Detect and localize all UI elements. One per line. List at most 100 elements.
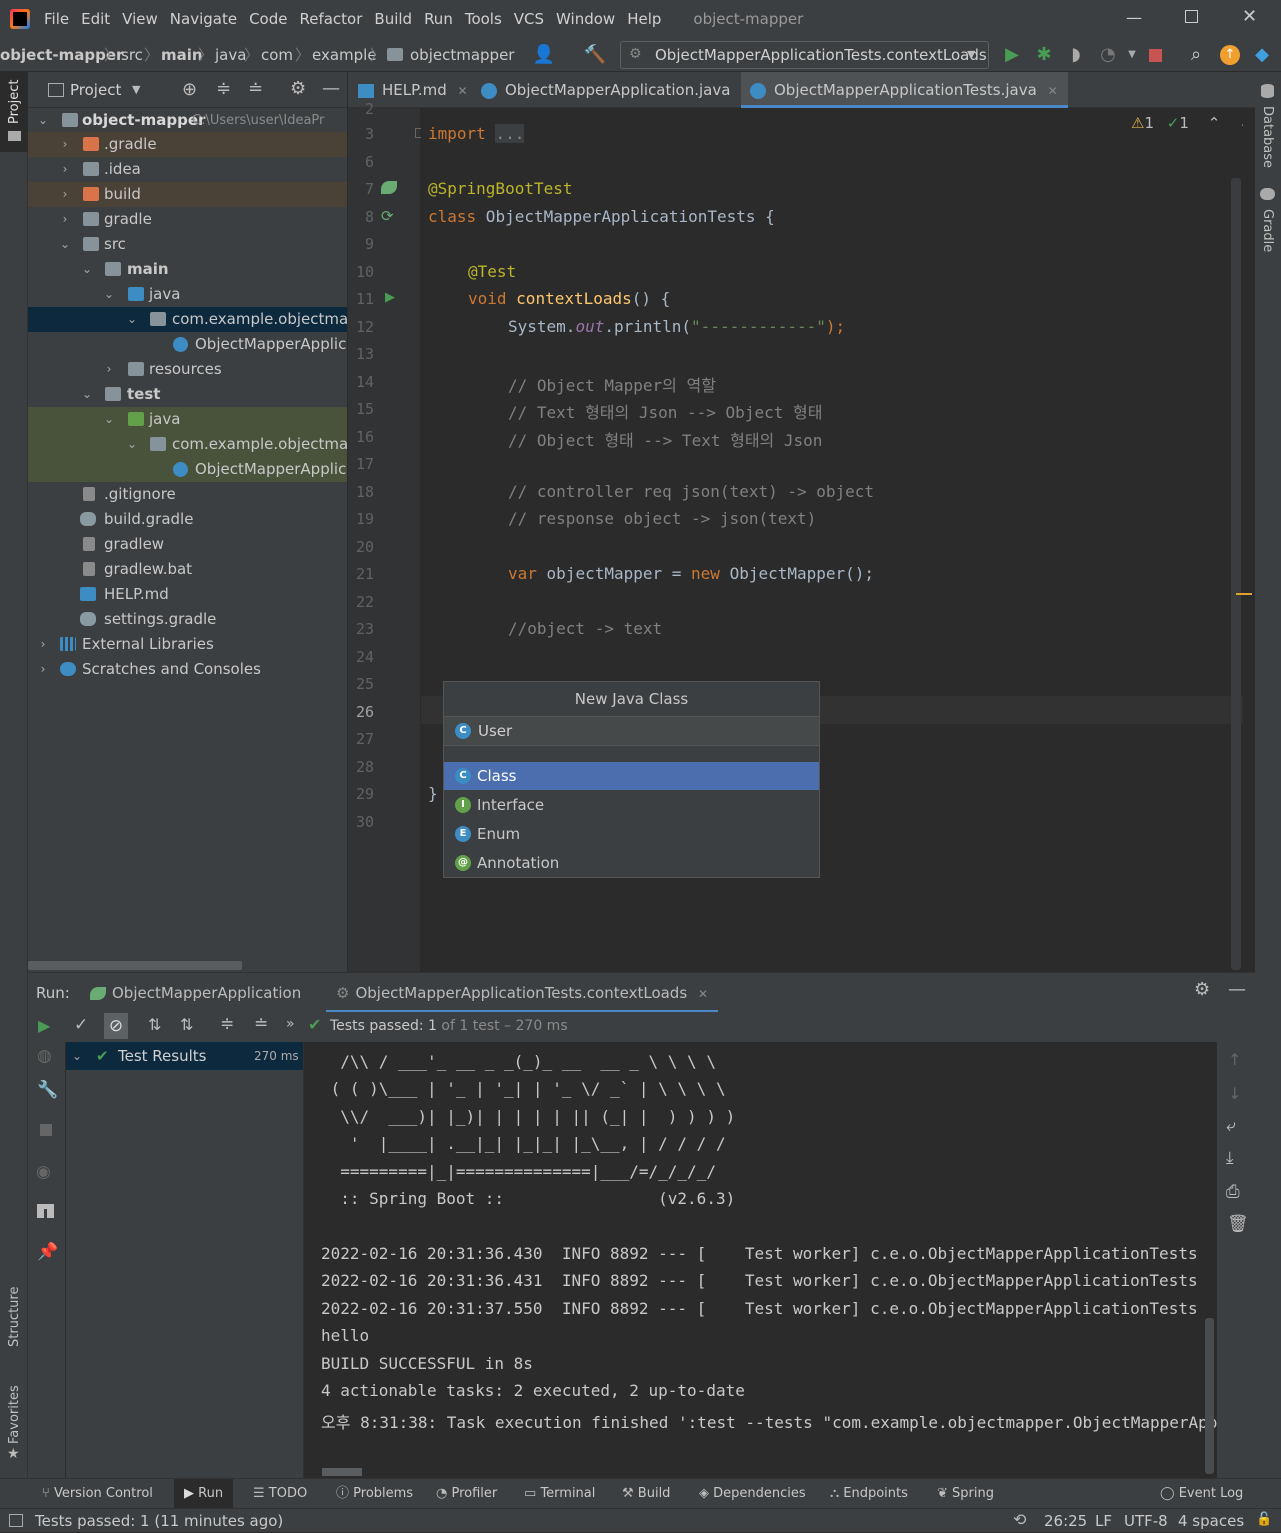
tree-item-main-class[interactable]: ObjectMapperApplicat: [28, 332, 347, 357]
chevron-down-icon[interactable]: ⌄: [1239, 114, 1243, 132]
breadcrumb-objectmapper[interactable]: objectmapper: [410, 38, 514, 72]
scroll-to-end-icon[interactable]: ⤓: [1226, 1148, 1234, 1168]
tree-item-resources[interactable]: › resources: [28, 357, 347, 382]
tree-item-scratches[interactable]: › Scratches and Consoles: [28, 657, 347, 682]
arrow-down-icon[interactable]: ↓: [1228, 1084, 1241, 1103]
project-view-label[interactable]: Project: [70, 72, 121, 108]
run-test-class-icon[interactable]: ⟳: [381, 207, 394, 225]
menu-code[interactable]: Code: [243, 0, 293, 38]
pin-icon[interactable]: 📌: [37, 1242, 58, 1262]
menu-build[interactable]: Build: [368, 0, 418, 38]
breadcrumb-example[interactable]: example: [312, 38, 377, 72]
trash-icon[interactable]: 🗑: [1227, 1214, 1249, 1234]
tab-terminal[interactable]: ▭ Terminal: [524, 1479, 595, 1509]
tree-item-test[interactable]: ⌄ test: [28, 382, 347, 407]
wrench-icon[interactable]: 🔧: [37, 1080, 58, 1100]
tree-item-main[interactable]: ⌄ main: [28, 257, 347, 282]
hide-panel-icon[interactable]: —: [322, 78, 340, 99]
breadcrumb-com[interactable]: com: [261, 38, 293, 72]
gradle-tool-label[interactable]: Gradle: [1260, 209, 1275, 252]
tree-item-idea[interactable]: › .idea: [28, 157, 347, 182]
editor-scrollbar[interactable]: [1231, 178, 1241, 970]
search-icon[interactable]: ⌕: [1184, 43, 1208, 67]
run-icon[interactable]: ▶: [1000, 43, 1024, 67]
console-scrollbar[interactable]: [1205, 1318, 1214, 1474]
console-output[interactable]: /\\ / ___'_ __ _ _(_)_ __ __ _ \ \ \ \ (…: [305, 1042, 1217, 1478]
tab-event-log[interactable]: ◯ Event Log: [1160, 1479, 1243, 1509]
tree-item-test-package[interactable]: ⌄ com.example.objectmappe: [28, 432, 347, 457]
menu-window[interactable]: Window: [550, 0, 621, 38]
option-class[interactable]: C Class: [444, 762, 819, 790]
close-tab-icon[interactable]: ✕: [698, 987, 708, 1001]
sync-icon[interactable]: ⟲: [1013, 1510, 1026, 1529]
inspection-widget[interactable]: ⚠1 ✓1 ⌃ ⌄: [1131, 114, 1243, 132]
tree-item-gradle[interactable]: › gradle: [28, 207, 347, 232]
tree-item-main-java[interactable]: ⌄ java: [28, 282, 347, 307]
chevron-down-icon[interactable]: ▼: [132, 72, 140, 108]
coverage-icon[interactable]: ◗: [1064, 43, 1088, 67]
expand-all-icon[interactable]: ≑: [216, 78, 231, 99]
rerun-failed-icon[interactable]: ◍: [37, 1046, 52, 1066]
print-icon[interactable]: ⎙: [1226, 1182, 1240, 1202]
tree-item-build[interactable]: › build: [28, 182, 347, 207]
maximize-icon[interactable]: [1185, 10, 1198, 23]
locate-icon[interactable]: ⊕: [182, 79, 197, 100]
caret-position[interactable]: 26:25: [1044, 1509, 1087, 1533]
menu-view[interactable]: View: [116, 0, 164, 38]
favorites-tool-label[interactable]: Favorites: [7, 1385, 22, 1444]
update-icon[interactable]: ↑: [1220, 45, 1240, 65]
gear-icon[interactable]: ⚙: [290, 78, 306, 99]
tree-item-gradle-hidden[interactable]: › .gradle: [28, 132, 347, 157]
tree-item-src[interactable]: ⌄ src: [28, 232, 347, 257]
horizontal-scrollbar[interactable]: [28, 961, 242, 970]
more-icon[interactable]: »: [286, 1016, 295, 1032]
arrow-up-icon[interactable]: ↑: [1228, 1050, 1241, 1069]
line-separator[interactable]: LF: [1095, 1509, 1112, 1533]
option-enum[interactable]: E Enum: [444, 820, 819, 848]
breadcrumb-src[interactable]: src: [121, 38, 143, 72]
tree-item-gitignore[interactable]: .gitignore: [28, 482, 347, 507]
tree-item-gradlew-bat[interactable]: gradlew.bat: [28, 557, 347, 582]
menu-file[interactable]: File: [38, 0, 75, 38]
tab-objectmapperapplication[interactable]: ObjectMapperApplication.java ✕: [481, 72, 751, 108]
tab-spring[interactable]: ❦ Spring: [937, 1479, 994, 1509]
code-with-me-icon[interactable]: ◆: [1250, 43, 1274, 67]
run-config-select[interactable]: ⚙ ObjectMapperApplicationTests.contextLo…: [620, 41, 989, 69]
tree-item-external-libraries[interactable]: › External Libraries: [28, 632, 347, 657]
stop-icon[interactable]: [40, 1124, 52, 1136]
sort-duration-icon[interactable]: ⇅: [180, 1015, 193, 1034]
layout-icon[interactable]: [37, 1204, 54, 1218]
menu-edit[interactable]: Edit: [75, 0, 116, 38]
lock-icon[interactable]: 🔓: [1256, 1512, 1272, 1527]
menu-vcs[interactable]: VCS: [508, 0, 550, 38]
build-hammer-icon[interactable]: 🔨: [583, 43, 607, 67]
tab-objectmapperapplicationtests[interactable]: ObjectMapperApplicationTests.java ✕: [741, 72, 1068, 108]
test-results-row[interactable]: ⌄ ✔ Test Results 270 ms: [66, 1042, 303, 1070]
profile-icon[interactable]: ◔: [1096, 43, 1120, 67]
menu-tools[interactable]: Tools: [459, 0, 508, 38]
run-tab-tests[interactable]: ⚙ ObjectMapperApplicationTests.contextLoa…: [326, 973, 718, 1013]
collapse-all-icon[interactable]: ≐: [248, 78, 263, 99]
run-test-method-icon[interactable]: ▶: [385, 290, 395, 305]
tab-profiler[interactable]: ◔ Profiler: [436, 1479, 497, 1509]
console-hscrollbar[interactable]: [322, 1468, 362, 1476]
close-tab-icon[interactable]: ✕: [458, 84, 468, 98]
tree-item-main-package[interactable]: ⌄ com.example.objectmappe: [28, 307, 347, 332]
tab-help-md[interactable]: HELP.md ✕: [358, 72, 468, 108]
tab-dependencies[interactable]: ◈ Dependencies: [699, 1479, 806, 1509]
menu-navigate[interactable]: Navigate: [164, 0, 243, 38]
run-tab-application[interactable]: ObjectMapperApplication: [90, 973, 301, 1013]
tab-run[interactable]: ▶ Run: [174, 1479, 234, 1509]
menu-refactor[interactable]: Refactor: [293, 0, 368, 38]
tab-build[interactable]: ⚒ Build: [622, 1479, 670, 1509]
menu-run[interactable]: Run: [418, 0, 459, 38]
database-tool-label[interactable]: Database: [1260, 106, 1275, 168]
tree-root[interactable]: ⌄ object-mapper C:\Users\user\IdeaPr: [28, 108, 347, 133]
eye-icon[interactable]: ◉: [36, 1162, 51, 1182]
tree-item-gradlew[interactable]: gradlew: [28, 532, 347, 557]
toggle-panels-icon[interactable]: [9, 1514, 23, 1527]
more-run-chevron-icon[interactable]: ▼: [1120, 43, 1144, 67]
option-interface[interactable]: I Interface: [444, 791, 819, 819]
file-encoding[interactable]: UTF-8: [1124, 1509, 1168, 1533]
user-icon[interactable]: 👤: [532, 43, 556, 67]
